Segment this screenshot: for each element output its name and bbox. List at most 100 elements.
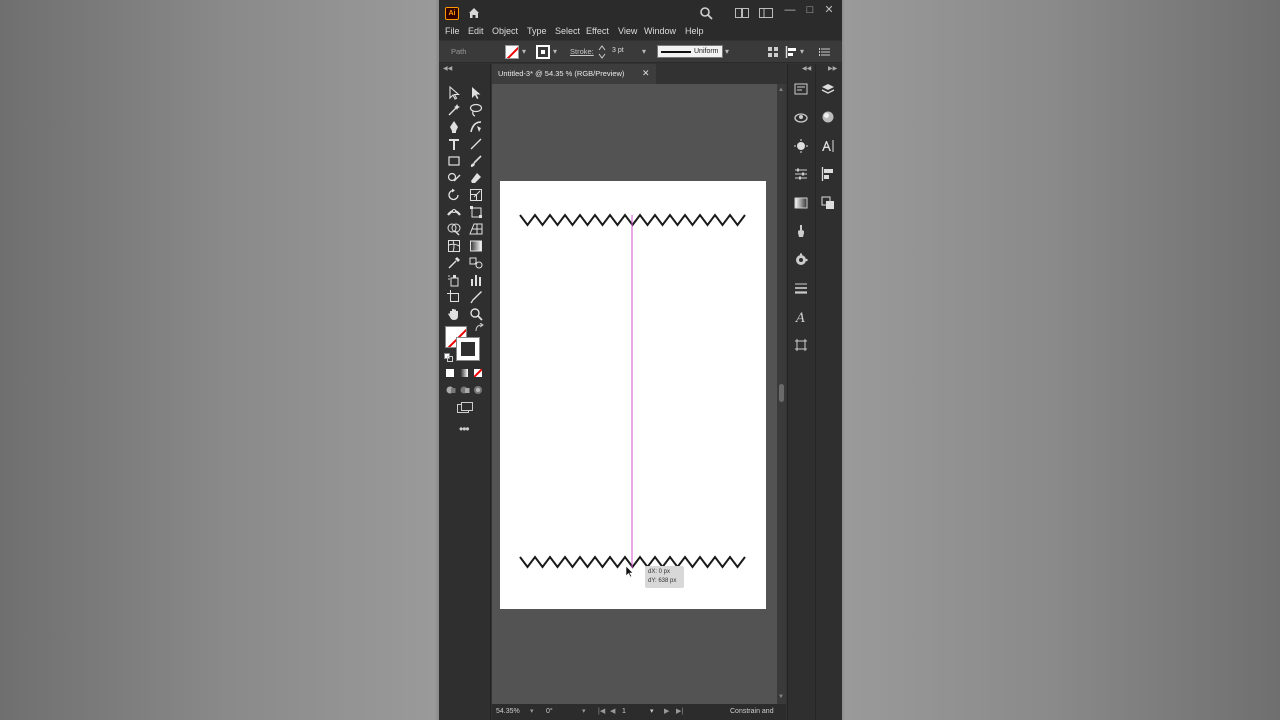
variable-width-profile[interactable]: Uniform [657, 45, 723, 58]
perspective-grid-icon[interactable] [469, 222, 483, 236]
gradient-panel-icon[interactable] [794, 196, 808, 210]
scale-icon[interactable] [469, 188, 483, 202]
previous-artboard-icon[interactable]: ◀ [610, 706, 615, 718]
direct-selection-icon[interactable] [469, 86, 483, 100]
rotate-icon[interactable] [447, 188, 461, 202]
menu-effect[interactable]: Effect [586, 26, 609, 36]
stepper-icon[interactable] [598, 45, 606, 59]
symbols-icon[interactable] [794, 253, 808, 267]
menu-edit[interactable]: Edit [468, 26, 484, 36]
canvas-area[interactable]: dX: 0 px dY: 638 px [492, 84, 777, 704]
shape-builder-icon[interactable] [447, 222, 461, 236]
blend-icon[interactable] [469, 256, 483, 270]
arrange-documents-icon[interactable] [735, 8, 749, 18]
brushes-icon[interactable] [794, 224, 808, 238]
menu-type[interactable]: Type [527, 26, 547, 36]
menu-window[interactable]: Window [644, 26, 676, 36]
pathfinder-icon[interactable] [821, 196, 835, 210]
stroke-label[interactable]: Stroke: [570, 47, 594, 56]
mesh-icon[interactable] [447, 239, 461, 253]
document-tab[interactable]: Untitled-3* @ 54.35 % (RGB/Preview) ✕ [492, 64, 656, 84]
graphic-styles-icon[interactable]: A [794, 310, 808, 324]
scroll-thumb[interactable] [779, 384, 784, 402]
magic-wand-icon[interactable] [447, 103, 461, 117]
draw-inside-icon[interactable] [473, 385, 483, 395]
hand-icon[interactable] [447, 307, 461, 321]
maximize-button[interactable]: □ [803, 3, 817, 17]
chevron-down-icon[interactable]: ▾ [530, 706, 534, 718]
selection-icon[interactable] [447, 86, 461, 100]
default-colors-icon[interactable] [444, 353, 453, 362]
next-artboard-icon[interactable]: ▶ [664, 706, 669, 718]
scroll-down-icon[interactable]: ▼ [778, 694, 784, 700]
menu-select[interactable]: Select [555, 26, 580, 36]
rotation-field[interactable]: 0° [546, 706, 553, 718]
column-graph-icon[interactable] [469, 273, 483, 287]
artboard-icon[interactable] [447, 290, 461, 304]
panel-menu-icon[interactable] [819, 46, 831, 58]
draw-normal-icon[interactable] [446, 385, 456, 395]
gradient-mode-icon[interactable] [460, 369, 468, 377]
color-mode-icon[interactable] [446, 369, 454, 377]
paintbrush-icon[interactable] [469, 154, 483, 168]
type-icon[interactable] [447, 137, 461, 151]
chevron-down-icon[interactable]: ▾ [582, 706, 586, 718]
gradient-icon[interactable] [469, 239, 483, 253]
chevron-down-icon[interactable]: ▾ [725, 47, 729, 56]
swap-fill-stroke-icon[interactable] [474, 323, 484, 333]
menu-file[interactable]: File [445, 26, 460, 36]
home-icon[interactable] [467, 6, 481, 20]
curvature-icon[interactable] [469, 120, 483, 134]
draw-behind-icon[interactable] [460, 385, 470, 395]
workspace-icon[interactable] [759, 8, 773, 18]
align-icon[interactable] [821, 167, 835, 181]
pen-icon[interactable] [447, 120, 461, 134]
artboard-number-field[interactable]: 1 [622, 706, 626, 718]
appearance-icon[interactable] [821, 110, 835, 124]
free-transform-icon[interactable] [469, 205, 483, 219]
chevron-down-icon[interactable]: ▾ [650, 706, 654, 718]
fill-swatch-control[interactable] [505, 45, 519, 59]
artboards-panel-icon[interactable] [794, 338, 808, 352]
none-mode-icon[interactable] [474, 369, 482, 377]
close-window-button[interactable]: ✕ [822, 3, 836, 17]
menu-object[interactable]: Object [492, 26, 518, 36]
scroll-up-icon[interactable]: ▲ [778, 87, 784, 93]
arrange-icon[interactable] [767, 46, 779, 58]
stroke-swatch-icon[interactable] [536, 45, 550, 59]
stroke-panel-icon[interactable] [794, 281, 808, 295]
expand-dock-icon[interactable]: ▶▶ [828, 65, 837, 72]
shaper-icon[interactable] [447, 171, 461, 185]
align-left-icon[interactable] [785, 46, 797, 58]
line-segment-icon[interactable] [469, 137, 483, 151]
eraser-icon[interactable] [469, 171, 483, 185]
vertical-scrollbar[interactable]: ▲ ▼ [777, 84, 786, 704]
artboard[interactable] [500, 181, 766, 609]
search-icon[interactable] [699, 6, 713, 20]
menu-help[interactable]: Help [685, 26, 704, 36]
screen-mode-icon[interactable] [457, 402, 473, 414]
layers-icon[interactable] [821, 82, 835, 96]
chevron-down-icon[interactable]: ▾ [642, 47, 646, 56]
character-icon[interactable] [821, 139, 835, 153]
chevron-down-icon[interactable]: ▾ [522, 47, 526, 56]
menu-view[interactable]: View [618, 26, 637, 36]
chevron-down-icon[interactable]: ▾ [800, 47, 804, 56]
color-icon[interactable] [794, 139, 808, 153]
first-artboard-icon[interactable]: |◀ [598, 706, 605, 718]
collapse-dock-icon[interactable]: ◀◀ [802, 65, 811, 72]
minimize-button[interactable]: — [783, 3, 797, 17]
last-artboard-icon[interactable]: ▶| [676, 706, 683, 718]
libraries-icon[interactable] [794, 110, 808, 124]
lasso-icon[interactable] [469, 103, 483, 117]
properties-icon[interactable] [794, 82, 808, 96]
more-tools-icon[interactable]: ••• [459, 422, 470, 436]
zoom-icon[interactable] [469, 307, 483, 321]
collapse-panel-icon[interactable]: ◀◀ [443, 65, 452, 72]
eyedropper-icon[interactable] [447, 256, 461, 270]
width-icon[interactable] [447, 205, 461, 219]
symbol-sprayer-icon[interactable] [447, 273, 461, 287]
close-tab-icon[interactable]: ✕ [642, 68, 650, 79]
chevron-down-icon[interactable]: ▾ [553, 47, 557, 56]
transform-icon[interactable] [794, 167, 808, 181]
